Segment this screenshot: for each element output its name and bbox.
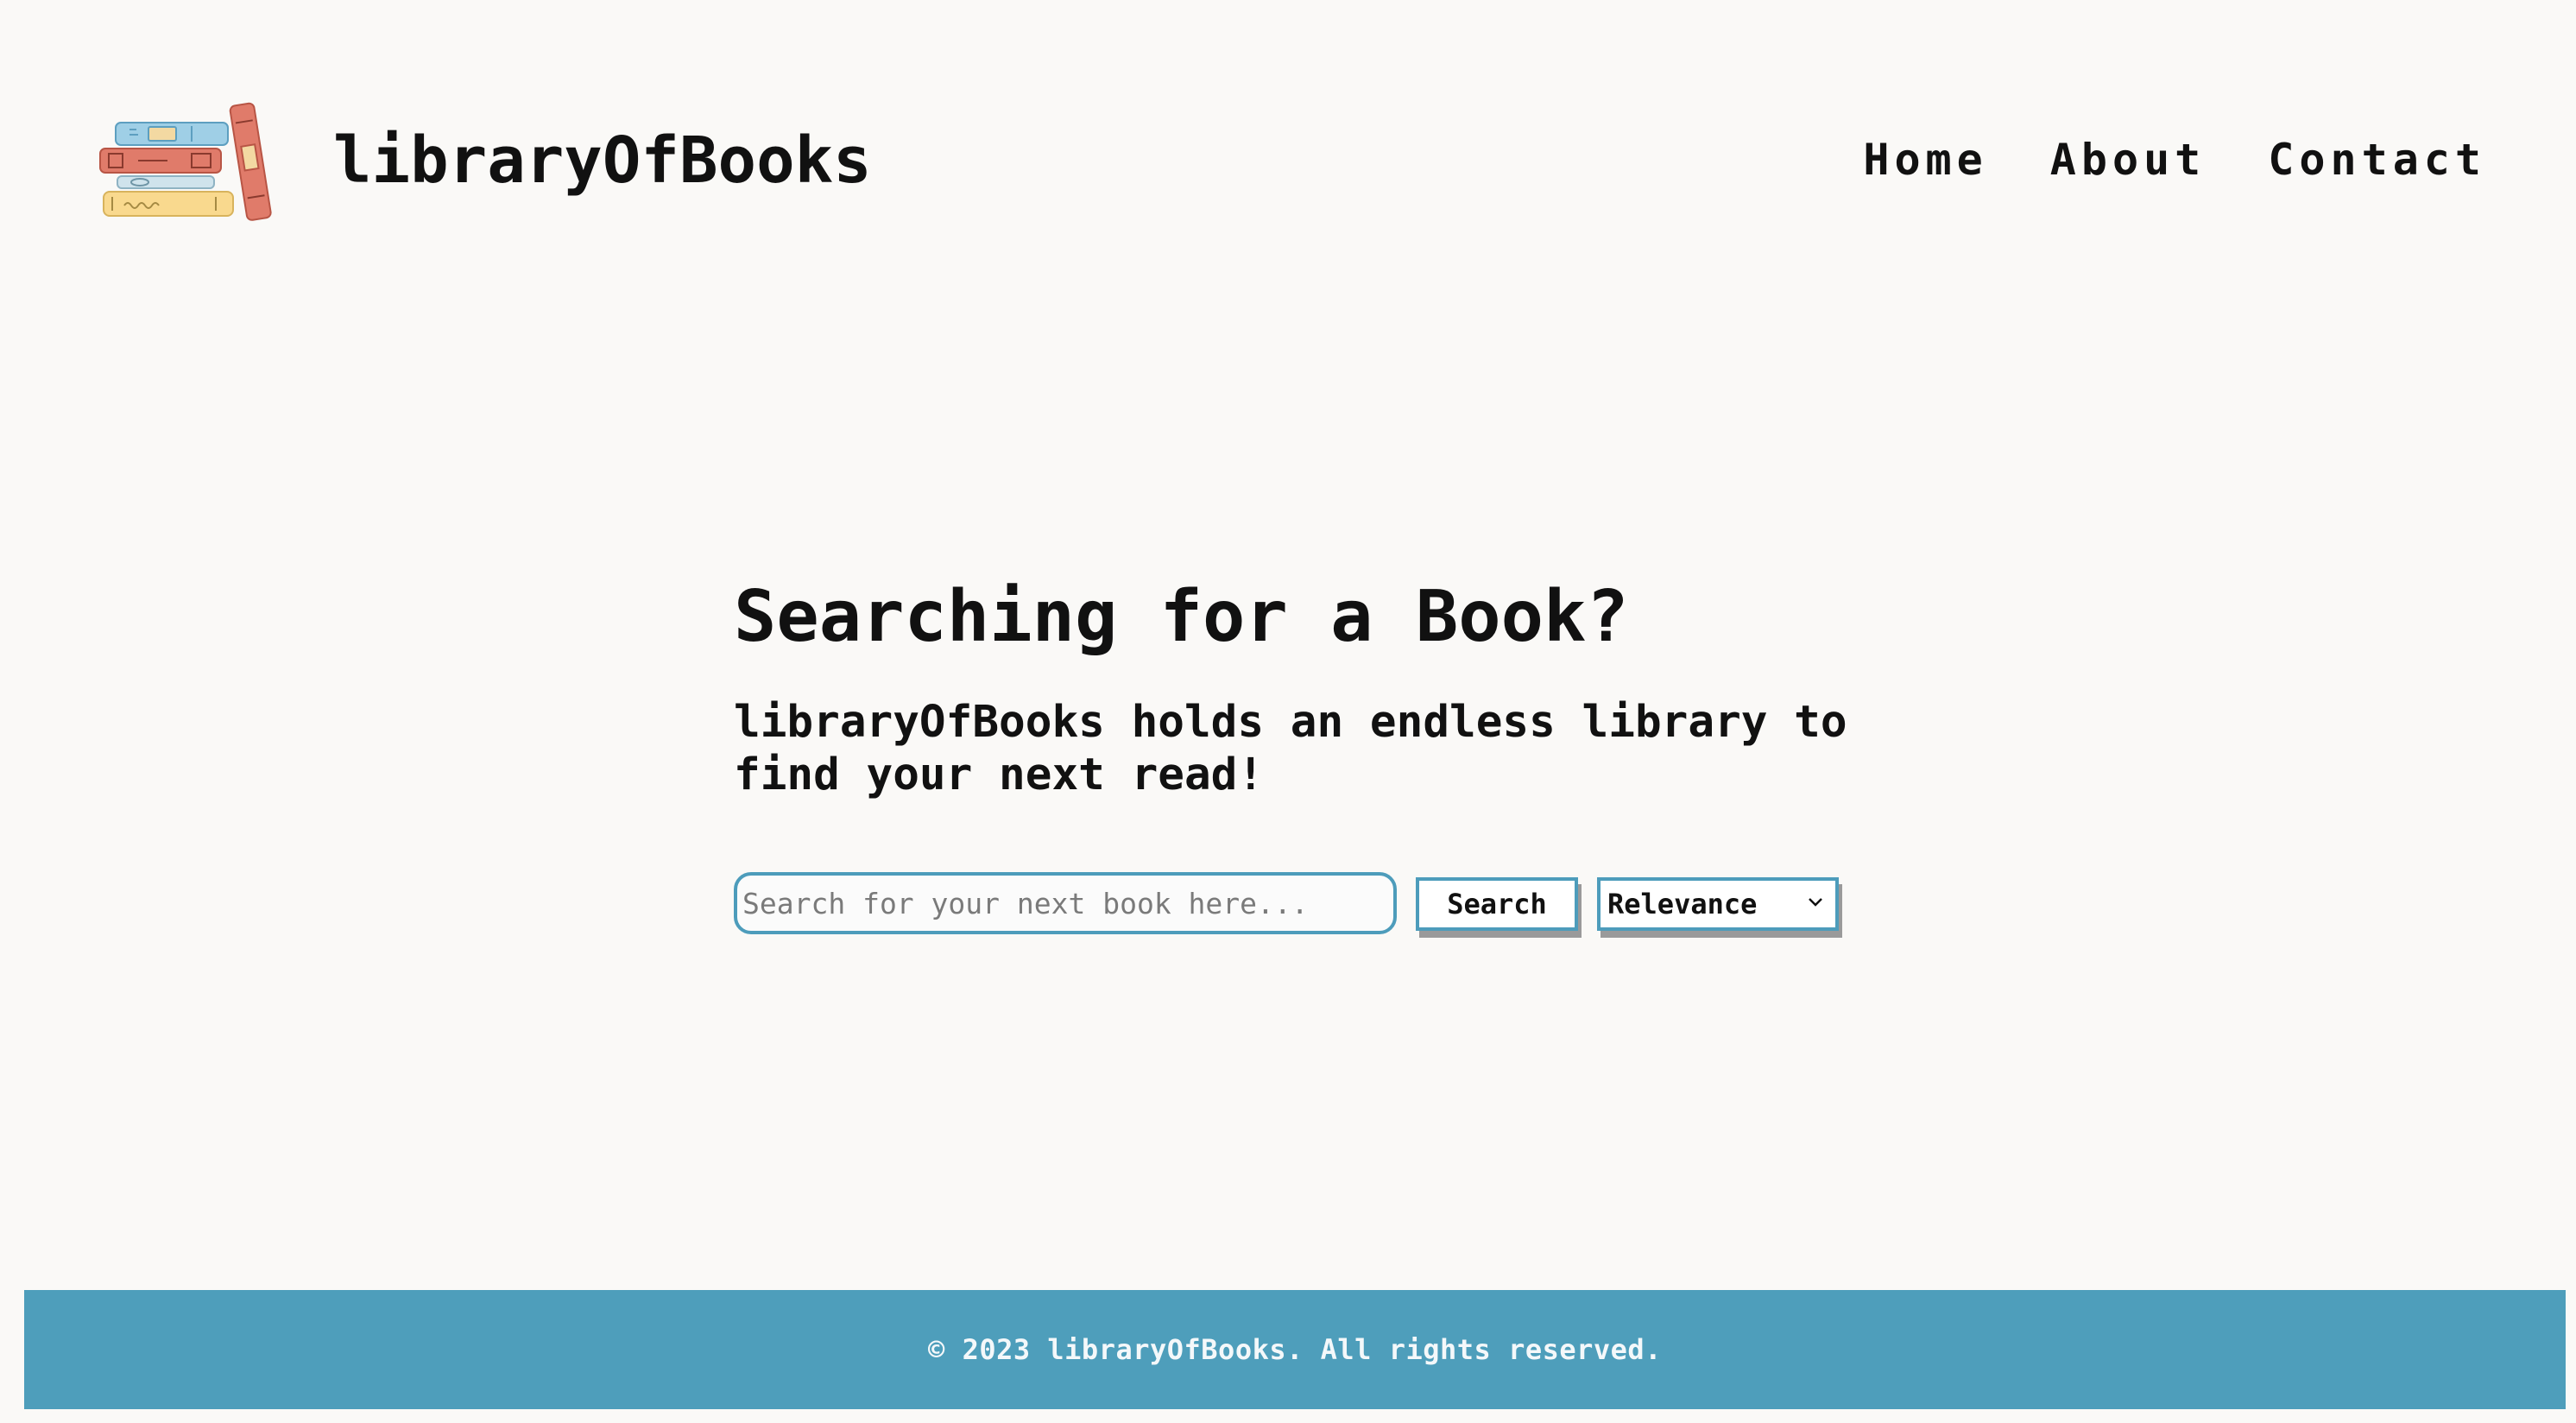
nav-link-home[interactable]: Home	[1863, 130, 1987, 190]
main-nav: Home About Contact	[1863, 130, 2486, 190]
book-stack-icon[interactable]	[95, 95, 283, 221]
nav-link-about[interactable]: About	[2050, 130, 2207, 190]
site-title[interactable]: libraryOfBooks	[333, 117, 872, 204]
nav-link-contact[interactable]: Contact	[2268, 130, 2486, 190]
site-header: libraryOfBooks Home About Contact	[0, 0, 2576, 319]
hero-subheading: libraryOfBooks holds an endless library …	[734, 697, 1847, 800]
sort-select[interactable]: Relevance	[1597, 877, 1839, 931]
footer-copyright: © 2023 libraryOfBooks. All rights reserv…	[928, 1333, 1662, 1366]
site-footer: © 2023 libraryOfBooks. All rights reserv…	[24, 1290, 2566, 1409]
search-button[interactable]: Search	[1416, 877, 1578, 931]
hero-heading: Searching for a Book?	[734, 576, 1629, 658]
search-input[interactable]	[734, 872, 1397, 934]
sort-selected-value: Relevance	[1607, 888, 1758, 920]
hero-section: Searching for a Book? libraryOfBooks hol…	[734, 570, 1856, 800]
search-form: Search Relevance	[734, 872, 1839, 938]
chevron-down-icon	[1809, 898, 1822, 907]
